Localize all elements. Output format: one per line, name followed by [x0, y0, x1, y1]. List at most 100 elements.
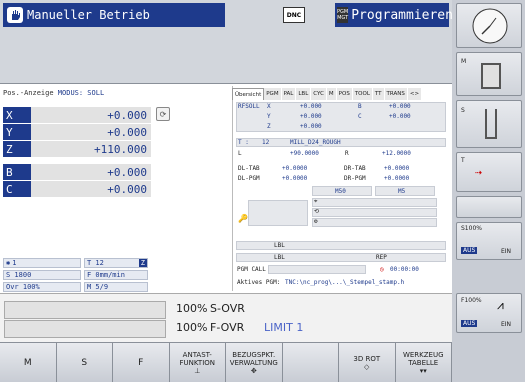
clock-icon: ◷	[380, 266, 384, 273]
dl-tab-value: +0.0000	[282, 165, 308, 172]
datum-box-2	[312, 208, 437, 217]
f-override-bar	[4, 320, 166, 338]
datum-box-1	[312, 198, 437, 207]
axis-value: +0.000	[107, 108, 147, 122]
machine-icon	[481, 63, 501, 89]
tab-pal[interactable]: PAL	[281, 88, 297, 100]
f100-label: F100%	[461, 297, 482, 304]
lbl-label-1: LBL	[274, 242, 285, 249]
programming-mode-label: Programmieren	[351, 7, 453, 23]
tool-status: T 12 Z	[84, 258, 148, 268]
machine-mode-indicator[interactable]: Manueller Betrieb	[3, 3, 225, 27]
active-pgm-label: Aktives PGM:	[237, 279, 281, 286]
position-heading: Pos.-Anzeige	[3, 89, 54, 97]
r-label: R	[345, 150, 349, 157]
c-label: C	[358, 113, 362, 120]
feed-status: F 0mm/min	[84, 270, 148, 280]
z-label: Z	[267, 123, 271, 130]
axis-row-z: Z +110.000	[3, 141, 151, 157]
spindle-status: ✱ 1	[3, 258, 81, 268]
axis-value: +0.000	[107, 165, 147, 179]
elapsed-time: 00:00:00	[390, 266, 419, 273]
axis-row-c: C +0.000	[3, 181, 151, 197]
mode-m-label: M	[461, 58, 467, 65]
y-value: +0.000	[300, 113, 322, 120]
tilt-icon: ⚙	[314, 218, 318, 225]
softkey-tool-table[interactable]: WERKZEUG TABELLE ▾▾	[395, 342, 452, 382]
f-override-percent: 100%	[176, 321, 208, 334]
status-tabs: Übersicht PGM PAL LBL CYC M POS TOOL TT …	[232, 88, 450, 100]
softkey-f[interactable]: F	[113, 342, 170, 382]
probe-box	[248, 200, 308, 226]
tool-softkey[interactable]: T ⇢	[456, 152, 522, 192]
tab-pos[interactable]: POS	[336, 88, 353, 100]
feed-off-label: AUS	[461, 320, 478, 327]
tool-number: T 12	[87, 259, 104, 267]
3d-plane-icon: ◇	[364, 362, 370, 371]
b-value: +0.000	[389, 103, 411, 110]
feed-override-softkey[interactable]: F100% ⩘ AUS EIN	[456, 293, 522, 333]
dl-pgm-label: DL-PGM	[238, 175, 260, 182]
softkey-datum-management[interactable]: BEZUGSPKT. VERWALTUNG ✥	[226, 342, 283, 382]
dr-pgm-label: DR-PGM	[344, 175, 366, 182]
probe-icon: ⊥	[194, 366, 201, 375]
x-label: X	[267, 103, 271, 110]
machine-mode-label: Manueller Betrieb	[27, 8, 150, 22]
softkey-bar: M S F ANTAST- FUNKTION ⊥ BEZUGSPKT. VERW…	[0, 342, 452, 382]
softkey-m[interactable]: M	[0, 342, 57, 382]
b-label: B	[358, 103, 362, 110]
spindle-override-softkey[interactable]: S100% AUS EIN	[456, 222, 522, 260]
tool-length-icon: ⇢	[475, 165, 483, 179]
softkey-empty[interactable]	[282, 342, 339, 382]
position-mode: MODUS: SOLL	[57, 89, 105, 97]
tool-table-icon: ▾▾	[419, 366, 427, 375]
axis-value: +0.000	[107, 125, 147, 139]
z-value: +0.000	[300, 123, 322, 130]
datum-icon: ⌖	[314, 198, 318, 205]
f-override-label: F-OVR	[210, 321, 245, 334]
tab-tt[interactable]: TT	[372, 88, 385, 100]
rfsoll-label: RFSOLL	[238, 103, 260, 110]
tab-trans[interactable]: TRANS	[384, 88, 408, 100]
limit-label: LIMIT 1	[264, 321, 304, 334]
mode-t-label: T	[461, 157, 465, 164]
datum-box-3	[312, 218, 437, 227]
datum-icon: ✥	[250, 366, 257, 375]
axis-row-y: Y +0.000	[3, 124, 151, 140]
programming-mode-indicator[interactable]: PGM MGT Programmieren	[335, 3, 453, 27]
feed-on-label: EIN	[501, 321, 512, 328]
hand-icon	[7, 7, 23, 23]
softkey-probing[interactable]: ANTAST- FUNKTION ⊥	[169, 342, 226, 382]
clock-icon	[472, 8, 508, 44]
spindle-off-label: AUS	[461, 247, 478, 254]
tab-overview[interactable]: Übersicht	[232, 88, 265, 100]
tab-m[interactable]: M	[326, 88, 337, 100]
tool-t-label: T :	[238, 139, 249, 146]
clock-softkey[interactable]	[456, 3, 522, 48]
tab-scroll-arrows[interactable]: <>	[407, 88, 423, 100]
axis-label: B	[3, 164, 31, 180]
empty-right-softkey[interactable]	[456, 196, 522, 218]
tab-pgm[interactable]: PGM	[264, 88, 282, 100]
softkey-s[interactable]: S	[56, 342, 113, 382]
dl-pgm-value: +0.0000	[282, 175, 308, 182]
dl-tab-label: DL-TAB	[238, 165, 260, 172]
override-status: Ovr 100%	[3, 282, 81, 292]
position-display-header: Pos.-Anzeige MODUS: SOLL	[3, 89, 104, 97]
axis-selection-icon[interactable]: ⟳	[156, 107, 170, 121]
tab-lbl[interactable]: LBL	[296, 88, 312, 100]
tab-cyc[interactable]: CYC	[311, 88, 327, 100]
axis-label: Z	[3, 141, 31, 157]
s-override-percent: 100%	[176, 302, 208, 315]
lbl-label-2: LBL	[274, 254, 285, 261]
spindle-softkey[interactable]: S	[456, 100, 522, 148]
machine-mode-softkey[interactable]: M	[456, 52, 522, 96]
pgm-call-box	[268, 265, 366, 274]
softkey-3d-rot[interactable]: 3D ROT ◇	[339, 342, 396, 382]
tab-tool[interactable]: TOOL	[352, 88, 373, 100]
y-label: Y	[267, 113, 271, 120]
pgm-mgt-icon: PGM MGT	[337, 7, 349, 23]
dr-tab-value: +0.0000	[384, 165, 410, 172]
rotation-icon: ⟲	[314, 208, 320, 215]
spindle-icon: ✱	[6, 259, 11, 267]
